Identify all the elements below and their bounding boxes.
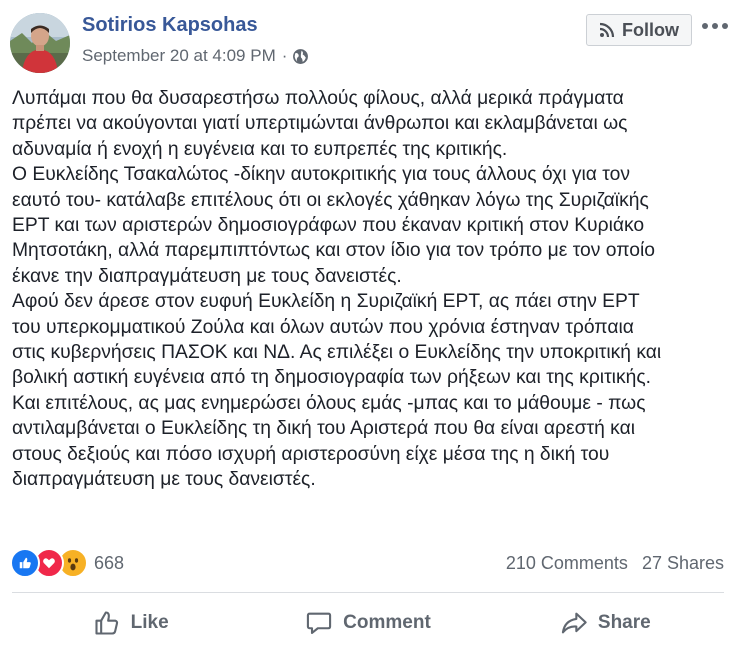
post-line: Αφού δεν άρεσε στον ευφυή Ευκλείδη η Συρ… <box>12 291 640 313</box>
more-options-icon[interactable] <box>702 14 728 38</box>
post-line: στους δεξιούς και πόσο ισχυρή αριστεροσύ… <box>12 443 610 465</box>
post-timestamp[interactable]: September 20 at 4:09 PM <box>82 46 276 66</box>
comment-label: Comment <box>343 612 431 633</box>
post-actions: Like Comment Share <box>12 594 724 652</box>
share-label: Share <box>597 612 651 633</box>
follow-label: Follow <box>622 19 679 40</box>
share-button[interactable]: Share <box>487 594 724 652</box>
author-name[interactable]: Sotirios Kapsohas <box>82 14 258 37</box>
post-line: αντιλαμβάνεται ο Ευκλείδης τη δική του Α… <box>12 418 636 440</box>
post-text: Λυπάμαι που θα δυσαρεστήσω πολλούς φίλου… <box>12 86 728 493</box>
like-button[interactable]: Like <box>12 594 249 652</box>
more-dot <box>712 23 718 29</box>
comment-button[interactable]: Comment <box>249 594 486 652</box>
post-line: βολική αστική ευγένεια από τη δημοσιογρα… <box>12 367 651 389</box>
post-line: Μητσοτάκη, αλλά παρεμπιπτόντως και στον … <box>12 240 655 262</box>
post-line: ΕΡΤ και των αριστερών δημοσιογράφων που … <box>12 215 645 237</box>
engagement-stats: 210 Comments 27 Shares <box>506 553 724 574</box>
share-icon <box>561 612 587 634</box>
post-line: Και επιτέλους, ας μας ενημερώσει όλους ε… <box>12 392 646 414</box>
more-dot <box>722 23 728 29</box>
post-line: του υπερκομματικού Ζούλα και όλων αυτών … <box>12 316 634 338</box>
facebook-post: Sotirios Kapsohas September 20 at 4:09 P… <box>0 0 736 656</box>
thumbs-up-icon <box>95 611 118 635</box>
post-line: Ο Ευκλείδης Τσακαλώτος -δίκην αυτοκριτικ… <box>12 164 630 186</box>
post-line: έκανε την διαπραγμάτευση με τους δανειστ… <box>12 265 402 287</box>
avatar-photo <box>10 13 70 73</box>
post-line: Λυπάμαι που θα δυσαρεστήσω πολλούς φίλου… <box>12 88 624 109</box>
post-line: στις κυβερνήσεις ΠΑΣΟΚ και ΝΔ. Ας επιλέξ… <box>12 342 662 364</box>
post-meta: September 20 at 4:09 PM · <box>82 46 309 66</box>
post-line: διαπραγμάτευση με τους δανειστές. <box>12 469 316 491</box>
post-line: πρέπει να ακούγονται γιατί υπερτιμώνται … <box>12 113 628 135</box>
like-label: Like <box>130 612 169 633</box>
rss-icon <box>599 22 615 38</box>
reactions-summary[interactable]: 668 <box>10 548 125 578</box>
globe-icon[interactable] <box>292 48 309 65</box>
shares-count-link[interactable]: 27 Shares <box>642 553 724 573</box>
comments-count-link[interactable]: 210 Comments <box>506 553 628 573</box>
divider <box>12 592 724 593</box>
like-reaction-icon <box>10 548 40 578</box>
comment-icon <box>307 612 332 634</box>
post-line: αδυναμία ή ενοχή η ευγένεια και το ευπρε… <box>12 138 508 160</box>
post-line: εαυτό του- κατάλαβε επιτέλους ότι οι εκλ… <box>12 189 649 211</box>
meta-separator: · <box>281 46 288 65</box>
reaction-count: 668 <box>94 552 125 573</box>
author-avatar[interactable] <box>10 13 70 73</box>
follow-button[interactable]: Follow <box>586 14 692 46</box>
more-dot <box>702 23 708 29</box>
